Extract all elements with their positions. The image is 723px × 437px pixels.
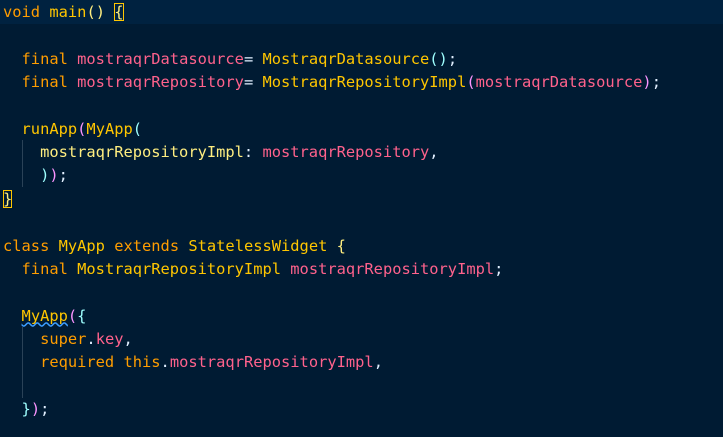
- code-token: {: [114, 3, 124, 21]
- code-token: MostraqrDatasource: [262, 49, 430, 68]
- code-text: class MyApp extends StatelessWidget {: [3, 234, 346, 258]
- code-token: runApp: [3, 119, 78, 138]
- code-token: mostraqrDatasource: [475, 73, 643, 92]
- code-token: StatelessWidget: [188, 236, 328, 255]
- code-token: (): [86, 3, 105, 21]
- code-token: ;: [651, 73, 661, 92]
- code-token: mostraqrRepository: [262, 143, 430, 162]
- code-token: (): [429, 49, 448, 68]
- code-token: {: [77, 306, 87, 325]
- code-line[interactable]: runApp(MyApp(: [0, 117, 723, 141]
- code-token: ,: [123, 329, 133, 348]
- code-token: mostraqrDatasource: [77, 49, 244, 68]
- code-line[interactable]: required this.mostraqrRepositoryImpl,: [0, 350, 723, 375]
- indent-guide: [22, 373, 23, 398]
- code-token: key: [95, 329, 124, 348]
- code-token: required: [3, 353, 124, 372]
- code-token: super: [3, 329, 87, 348]
- code-line[interactable]: final mostraqrRepository= MostraqrReposi…: [0, 70, 723, 94]
- code-token: final: [3, 73, 78, 92]
- code-line[interactable]: });: [0, 397, 723, 421]
- code-token: (: [132, 119, 143, 138]
- code-line[interactable]: ));: [0, 163, 723, 188]
- code-line[interactable]: }: [0, 187, 723, 211]
- code-token: MyApp: [86, 119, 133, 138]
- code-token: }: [3, 189, 13, 208]
- code-token: mostraqrRepositoryImpl: [169, 353, 374, 372]
- code-token: mostraqrRepositoryImpl: [3, 143, 244, 162]
- code-token: .: [160, 353, 170, 372]
- code-line[interactable]: final MostraqrRepositoryImpl mostraqrRep…: [0, 257, 723, 281]
- code-text: final mostraqrRepository= MostraqrReposi…: [3, 70, 661, 94]
- code-line[interactable]: [0, 210, 723, 234]
- code-token: final: [3, 259, 78, 278]
- code-text: final MostraqrRepositoryImpl mostraqrRep…: [3, 257, 504, 281]
- code-token: ): [49, 166, 59, 185]
- code-text: }: [3, 187, 13, 211]
- code-line[interactable]: MyApp({: [0, 304, 723, 328]
- code-line[interactable]: void main() {: [0, 0, 723, 24]
- code-token: =: [243, 49, 263, 68]
- code-token: main: [49, 3, 87, 21]
- code-token: }: [21, 399, 31, 418]
- code-text: MyApp({: [3, 304, 87, 328]
- code-text: ));: [3, 163, 68, 187]
- code-token: (: [466, 73, 476, 92]
- code-line[interactable]: super.key,: [0, 326, 723, 351]
- code-token: MyApp: [21, 306, 68, 325]
- code-token: ,: [429, 143, 439, 162]
- code-token: .: [86, 329, 96, 348]
- code-text: required this.mostraqrRepositoryImpl,: [3, 350, 383, 374]
- code-line[interactable]: [0, 280, 723, 304]
- code-token: {: [327, 236, 346, 255]
- code-line[interactable]: [0, 23, 723, 47]
- code-token: extends: [104, 236, 189, 255]
- code-token: ): [40, 166, 50, 185]
- code-token: MyApp: [58, 236, 105, 255]
- code-text: final mostraqrDatasource= MostraqrDataso…: [3, 47, 458, 71]
- code-token: ): [642, 73, 652, 92]
- code-token: :: [243, 143, 263, 162]
- code-token: ;: [494, 259, 504, 278]
- code-line[interactable]: final mostraqrDatasource= MostraqrDataso…: [0, 47, 723, 71]
- code-text: mostraqrRepositoryImpl: mostraqrReposito…: [3, 140, 439, 164]
- code-token: (: [67, 306, 78, 325]
- code-token: final: [3, 49, 78, 68]
- code-token: ,: [373, 353, 383, 372]
- code-line[interactable]: [0, 93, 723, 117]
- code-token: this: [123, 353, 161, 372]
- code-token: =: [243, 73, 263, 92]
- code-token: MostraqrRepositoryImpl: [77, 259, 281, 278]
- code-text: runApp(MyApp(: [3, 117, 143, 141]
- code-text: super.key,: [3, 327, 133, 351]
- code-token: mostraqrRepository: [77, 73, 244, 92]
- code-token: void: [3, 3, 41, 21]
- code-token: mostraqrRepositoryImpl: [290, 259, 495, 278]
- code-text: });: [3, 397, 50, 421]
- code-token: ;: [447, 49, 458, 68]
- code-token: ;: [58, 166, 68, 185]
- code-token: MostraqrRepositoryImpl: [262, 73, 467, 92]
- code-token: ;: [40, 399, 50, 418]
- code-editor[interactable]: void main() { final mostraqrDatasource= …: [0, 0, 723, 437]
- code-line[interactable]: mostraqrRepositoryImpl: mostraqrReposito…: [0, 140, 723, 165]
- code-token: ): [30, 399, 41, 418]
- code-text: void main() {: [3, 0, 124, 24]
- code-line[interactable]: [0, 373, 723, 398]
- code-token: class: [3, 236, 59, 255]
- code-line[interactable]: class MyApp extends StatelessWidget {: [0, 234, 723, 258]
